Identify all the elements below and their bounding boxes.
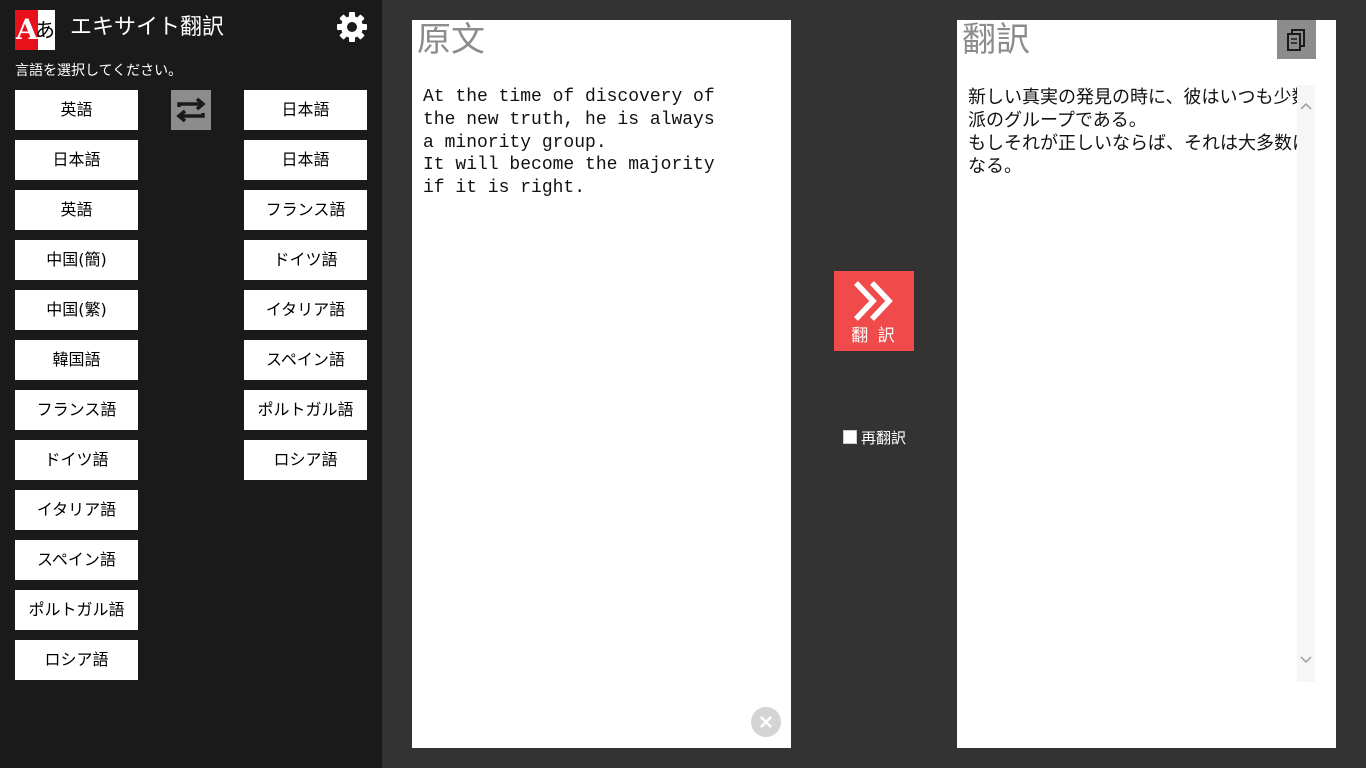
sidebar: A あ エキサイト翻訳 言語を選択してください。 英語 日本語 英語 中国(簡) 中国(… (0, 0, 382, 768)
copy-icon (1287, 29, 1305, 51)
source-language-button[interactable]: 韓国語 (15, 340, 138, 380)
source-language-button[interactable]: 英語 (15, 190, 138, 230)
source-language-button[interactable]: ドイツ語 (15, 440, 138, 480)
chevron-down-icon[interactable] (1300, 655, 1312, 665)
close-icon (760, 716, 772, 728)
target-language-button[interactable]: イタリア語 (244, 290, 367, 330)
translate-button[interactable]: 翻 訳 (834, 271, 914, 351)
swap-languages-button[interactable] (171, 90, 211, 130)
source-language-button[interactable]: ポルトガル語 (15, 590, 138, 630)
target-language-button[interactable]: ロシア語 (244, 440, 367, 480)
target-language-button[interactable]: ポルトガル語 (244, 390, 367, 430)
source-language-button[interactable]: 中国(簡) (15, 240, 138, 280)
app-title: エキサイト翻訳 (70, 15, 225, 40)
target-language-button[interactable]: スペイン語 (244, 340, 367, 380)
translate-label: 翻 訳 (851, 326, 897, 346)
source-language-button[interactable]: ロシア語 (15, 640, 138, 680)
source-heading: 原文 (417, 20, 485, 60)
target-language-button[interactable]: ドイツ語 (244, 240, 367, 280)
app-logo: A あ (15, 10, 55, 50)
target-language-button[interactable]: 日本語 (244, 140, 367, 180)
swap-icon (176, 97, 206, 123)
source-language-button[interactable]: 中国(繁) (15, 290, 138, 330)
clear-button[interactable] (751, 707, 781, 737)
language-prompt: 言語を選択してください。 (15, 63, 183, 79)
gear-icon[interactable] (336, 11, 368, 43)
source-language-button[interactable]: フランス語 (15, 390, 138, 430)
source-language-button[interactable]: 英語 (15, 90, 138, 130)
source-panel: 原文 At the time of discovery of the new t… (412, 20, 791, 748)
output-panel: 翻訳 新しい真実の発見の時に、彼はいつも少数派のグループである。 もしそれが正し… (957, 20, 1336, 748)
retranslate-label: 再翻訳 (861, 429, 907, 447)
source-text-input[interactable]: At the time of discovery of the new trut… (423, 86, 763, 200)
target-language-button[interactable]: 日本語 (244, 90, 367, 130)
source-language-button[interactable]: スペイン語 (15, 540, 138, 580)
output-scrollbar[interactable] (1297, 85, 1315, 682)
chevron-up-icon[interactable] (1300, 101, 1312, 111)
source-language-button[interactable]: 日本語 (15, 140, 138, 180)
output-text: 新しい真実の発見の時に、彼はいつも少数派のグループである。 もしそれが正しいなら… (968, 87, 1310, 177)
copy-button[interactable] (1277, 20, 1316, 59)
output-heading: 翻訳 (962, 20, 1030, 60)
source-language-button[interactable]: イタリア語 (15, 490, 138, 530)
retranslate-checkbox[interactable] (843, 430, 857, 444)
target-language-button[interactable]: フランス語 (244, 190, 367, 230)
